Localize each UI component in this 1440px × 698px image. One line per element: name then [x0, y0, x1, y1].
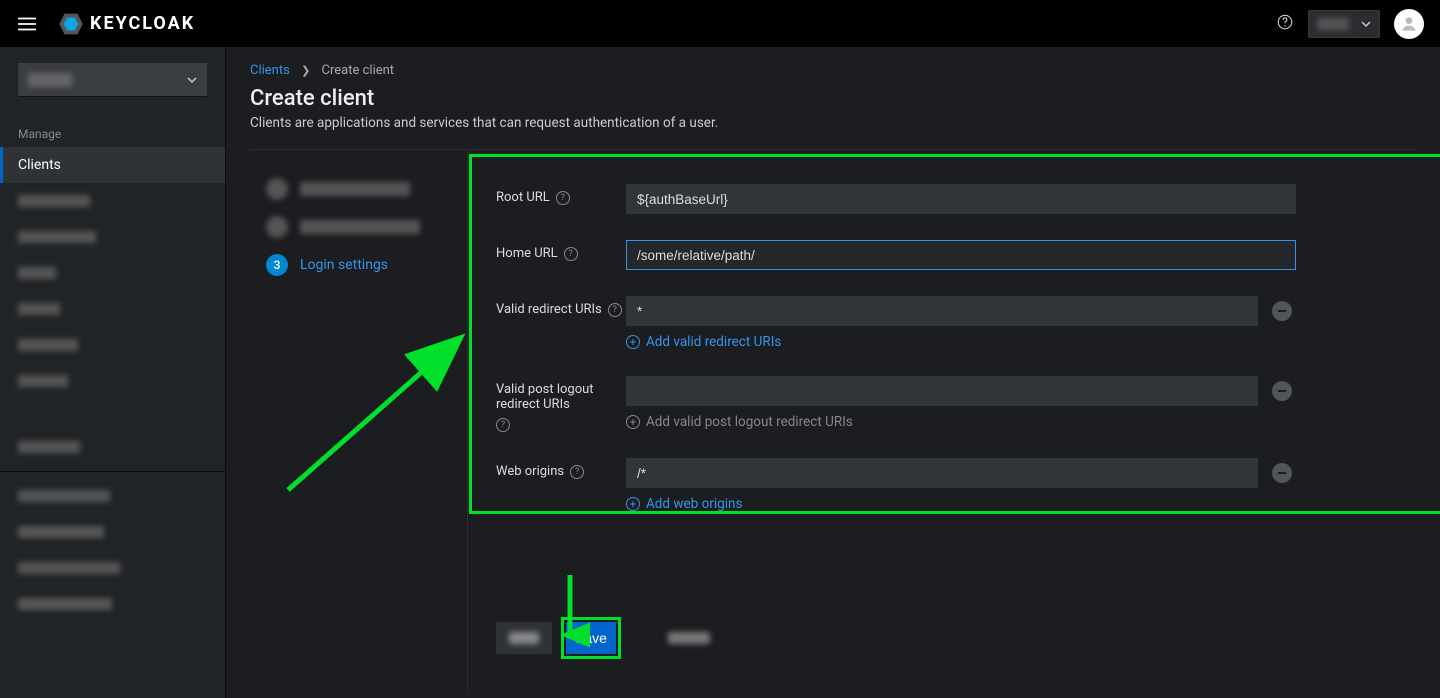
valid-post-logout-label: Valid post logout redirect URIs ?	[496, 376, 626, 432]
add-web-origins-button[interactable]: + Add web origins	[626, 496, 742, 512]
help-icon[interactable]: ?	[564, 247, 578, 261]
wizard-step-3[interactable]: 3 Login settings	[250, 246, 467, 284]
web-origins-label: Web origins ?	[496, 458, 626, 479]
plus-icon: +	[626, 497, 640, 511]
page-description: Clients are applications and services th…	[250, 115, 1416, 131]
sidebar-item[interactable]	[0, 183, 225, 219]
help-icon[interactable]: ?	[608, 303, 622, 317]
form-area: Root URL ? Home URL ?	[468, 150, 1416, 694]
step-label: Login settings	[300, 257, 388, 273]
sidebar-item-clients[interactable]: Clients	[0, 147, 225, 183]
brand-logo: KEYCLOAK	[58, 11, 195, 37]
brand-icon	[58, 11, 84, 37]
add-valid-post-logout-button[interactable]: + Add valid post logout redirect URIs	[626, 414, 853, 430]
plus-icon: +	[626, 335, 640, 349]
sidebar-item[interactable]	[0, 586, 225, 622]
hamburger-icon[interactable]	[16, 13, 38, 35]
valid-redirect-input[interactable]	[626, 296, 1258, 326]
root-url-input[interactable]	[626, 184, 1296, 214]
home-url-label: Home URL ?	[496, 240, 626, 261]
page-title: Create client	[250, 86, 1416, 111]
sidebar-item[interactable]	[0, 219, 225, 255]
back-button[interactable]	[496, 622, 552, 654]
remove-icon[interactable]	[1272, 381, 1292, 401]
sidebar-section-manage: Manage	[0, 117, 225, 147]
sidebar-item-label: Clients	[18, 157, 61, 173]
chevron-down-icon	[1361, 19, 1371, 29]
help-icon[interactable]: ?	[496, 418, 510, 432]
realm-selector[interactable]	[18, 63, 207, 97]
wizard-steps: 3 Login settings	[250, 150, 468, 694]
valid-post-logout-input[interactable]	[626, 376, 1258, 406]
wizard-step-2[interactable]	[250, 208, 467, 246]
brand-text: KEYCLOAK	[90, 13, 195, 34]
cancel-button[interactable]	[656, 622, 722, 654]
chevron-down-icon	[187, 75, 197, 85]
wizard-footer: Save	[496, 612, 1396, 654]
avatar[interactable]	[1394, 9, 1424, 39]
chevron-right-icon: ❯	[301, 64, 310, 77]
sidebar-item[interactable]	[0, 429, 225, 465]
sidebar: Manage Clients	[0, 47, 226, 698]
sidebar-item[interactable]	[0, 255, 225, 291]
top-realm-selector[interactable]	[1308, 10, 1380, 38]
root-url-label: Root URL ?	[496, 184, 626, 205]
breadcrumb: Clients ❯ Create client	[250, 63, 1416, 78]
sidebar-item[interactable]	[0, 291, 225, 327]
wizard-step-1[interactable]	[250, 170, 467, 208]
content: Clients ❯ Create client Create client Cl…	[226, 47, 1440, 698]
sidebar-item[interactable]	[0, 363, 225, 399]
remove-icon[interactable]	[1272, 301, 1292, 321]
add-valid-redirect-button[interactable]: + Add valid redirect URIs	[626, 334, 781, 350]
global-help-icon[interactable]	[1276, 13, 1294, 35]
remove-icon[interactable]	[1272, 463, 1292, 483]
web-origins-input[interactable]	[626, 458, 1258, 488]
sidebar-item[interactable]	[0, 327, 225, 363]
home-url-input[interactable]	[626, 240, 1296, 270]
save-button[interactable]: Save	[566, 622, 616, 654]
help-icon[interactable]: ?	[556, 191, 570, 205]
sidebar-item[interactable]	[0, 550, 225, 586]
breadcrumb-clients-link[interactable]: Clients	[250, 63, 290, 78]
plus-icon: +	[626, 415, 640, 429]
valid-redirect-label: Valid redirect URIs ?	[496, 296, 626, 317]
sidebar-item[interactable]	[0, 514, 225, 550]
step-number: 3	[266, 254, 288, 276]
breadcrumb-current: Create client	[322, 63, 395, 78]
topbar: KEYCLOAK	[0, 0, 1440, 47]
sidebar-item[interactable]	[0, 478, 225, 514]
help-icon[interactable]: ?	[570, 465, 584, 479]
